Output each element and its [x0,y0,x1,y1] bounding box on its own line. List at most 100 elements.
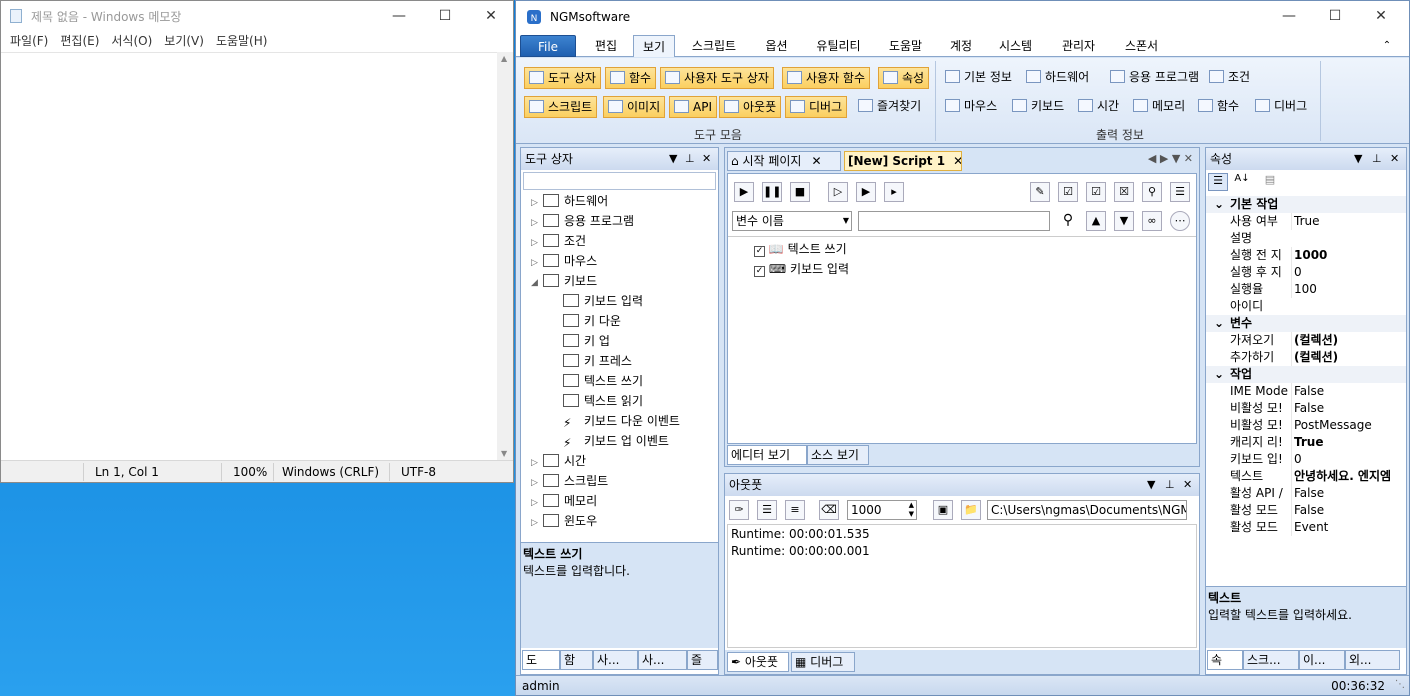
minimize-icon[interactable]: — [376,1,422,31]
script-line[interactable]: ✓ 📖 텍스트 쓰기 [754,240,847,258]
search-icon[interactable]: ⚲ [1142,182,1162,202]
sort-alpha-icon[interactable]: A↓ [1232,173,1252,191]
categorized-icon[interactable]: ☰ [1208,173,1228,191]
variable-select[interactable]: 변수 이름 ▼ [732,211,852,231]
tree-item-keyboard[interactable]: ◢ 키보드 [531,271,597,291]
notepad-titlebar[interactable]: 제목 없음 - Windows 메모장 — ☐ ✕ [1,1,513,31]
tree-item-read-text[interactable]: 텍스트 읽기 [563,391,643,411]
eraser-icon[interactable]: ⌫ [819,500,839,520]
property-category[interactable]: ⌄ 기본 작업 [1206,196,1406,213]
tab-account[interactable]: 계정 [940,35,982,57]
tree-item-write-text[interactable]: 텍스트 쓰기 [563,371,643,391]
ribbon-btn-toolbox[interactable]: 도구 상자 [524,67,601,89]
list-icon[interactable]: ≡ [785,500,805,520]
ribbon-btn-functions[interactable]: 함수 [605,67,657,89]
notepad-scrollbar[interactable]: ▲ ▼ [497,52,513,460]
ribbon-btn-keyboard[interactable]: 키보드 [1008,96,1068,118]
property-row[interactable]: 사용 여부 True [1206,213,1406,230]
property-row[interactable]: 캐리지 리! True [1206,434,1406,451]
dropdown-icon[interactable]: ▼ [669,148,677,170]
ribbon-btn-api[interactable]: API [669,96,717,118]
play-icon[interactable]: ▶ [734,182,754,202]
property-row[interactable]: 비활성 모! PostMessage [1206,417,1406,434]
close-icon[interactable]: ✕ [468,1,514,31]
tab-admin[interactable]: 관리자 [1051,35,1106,57]
view-tab-editor[interactable]: 에디터 보기 [727,445,807,465]
property-row[interactable]: 실행율 100 [1206,281,1406,298]
ribbon-btn-user-toolbox[interactable]: 사용자 도구 상자 [660,67,774,89]
bottom-tab-user-toolbox[interactable]: 사... [593,650,638,670]
ribbon-btn-script[interactable]: 스크립트 [524,96,598,118]
menu-format[interactable]: 서식(O) [105,31,158,51]
tree-item-memory[interactable]: ▷ 메모리 [531,491,597,511]
menu-file[interactable]: 파일(F) [4,31,54,51]
tab-system[interactable]: 시스템 [988,35,1043,57]
property-category[interactable]: ⌄ 변수 [1206,315,1406,332]
minimize-icon[interactable]: — [1266,1,1312,31]
run-from-icon[interactable]: ▸ [884,182,904,202]
dropdown-icon[interactable]: ▼ [1147,474,1155,496]
line-limit-stepper[interactable]: 1000 ▲ ▼ [847,500,917,520]
tree-item-keyboard-up-event[interactable]: ⚡ 키보드 업 이벤트 [563,431,669,451]
ribbon-btn-condition[interactable]: 조건 [1205,67,1254,89]
tree-item-key-press[interactable]: 키 프레스 [563,351,632,371]
ribbon-btn-basic-info[interactable]: 기본 정보 [941,67,1016,89]
tree-item-keyboard-input[interactable]: 키보드 입력 [563,291,643,311]
tree-item-script[interactable]: ▷ 스크립트 [531,471,608,491]
tree-item-window[interactable]: ▷ 윈도우 [531,511,597,531]
resize-grip-icon[interactable]: ⋱ [1395,679,1405,690]
check-all-icon[interactable]: ☑ [1058,182,1078,202]
clear-icon[interactable]: ✑ [729,500,749,520]
script-line[interactable]: ✓ ⌨ 키보드 입력 [754,260,849,278]
bottom-tab-functions[interactable]: 함 [560,650,593,670]
pin-icon[interactable]: ⊥ [685,148,695,170]
save-icon[interactable]: ▣ [933,500,953,520]
tab-utility[interactable]: 유틸리티 [806,35,871,57]
close-icon[interactable]: ✕ [811,154,821,168]
tab-scroll-controls[interactable]: ◀ ▶ ▼ ✕ [1148,152,1193,165]
bottom-tab-image[interactable]: 이... [1299,650,1345,670]
property-category[interactable]: ⌄ 작업 [1206,366,1406,383]
tab-options[interactable]: 옵션 [754,35,799,57]
move-down-icon[interactable]: ▼ [1114,211,1134,231]
maximize-icon[interactable]: ☐ [1312,1,1358,31]
tab-file[interactable]: File [520,35,576,57]
check-icon[interactable]: ☑ [1086,182,1106,202]
tab-script[interactable]: 스크립트 [684,35,744,57]
tab-view[interactable]: 보기 [633,35,675,57]
ribbon-btn-favorites[interactable]: 즐겨찾기 [854,96,925,118]
property-row[interactable]: 실행 전 지 1000 [1206,247,1406,264]
tree-item-application[interactable]: ▷ 응용 프로그램 [531,211,634,231]
loop-icon[interactable]: ∞ [1142,211,1162,231]
pause-icon[interactable]: ❚❚ [762,182,782,202]
move-up-icon[interactable]: ▲ [1086,211,1106,231]
scroll-up-icon[interactable]: ▲ [501,54,507,63]
edit-icon[interactable]: ✎ [1030,182,1050,202]
menu-edit[interactable]: 편집(E) [54,31,105,51]
pin-icon[interactable]: ⊥ [1165,474,1175,496]
collapse-ribbon-icon[interactable]: ⌃ [1378,35,1396,57]
property-row[interactable]: 활성 API / False [1206,485,1406,502]
scroll-down-icon[interactable]: ▼ [501,449,507,458]
output-path-input[interactable]: C:\Users\ngmas\Documents\NGM6\ [987,500,1187,520]
new-document-icon[interactable]: ☰ [757,500,777,520]
more-icon[interactable]: ⋯ [1170,211,1190,231]
ribbon-btn-mouse[interactable]: 마우스 [941,96,1001,118]
property-pages-icon[interactable]: ▤ [1260,173,1280,191]
ribbon-btn-properties[interactable]: 속성 [878,67,930,89]
close-icon[interactable]: ✕ [1358,1,1404,31]
bottom-tab-favorites[interactable]: 즐 [687,650,718,670]
variable-value-input[interactable] [858,211,1050,231]
tab-sponsor[interactable]: 스폰서 [1114,35,1169,57]
ribbon-btn-func[interactable]: 함수 [1194,96,1243,118]
property-row[interactable]: 활성 모드 Event [1206,519,1406,536]
tree-item-key-down[interactable]: 키 다운 [563,311,621,331]
ribbon-btn-memory[interactable]: 메모리 [1129,96,1189,118]
property-row[interactable]: IME Mode False [1206,383,1406,400]
tree-item-mouse[interactable]: ▷ 마우스 [531,251,597,271]
close-icon[interactable]: ✕ [1183,474,1192,496]
close-icon[interactable]: ✕ [702,148,711,170]
maximize-icon[interactable]: ☐ [422,1,468,31]
bottom-tab-user-functions[interactable]: 사... [638,650,687,670]
step-icon[interactable]: ▷ [828,182,848,202]
